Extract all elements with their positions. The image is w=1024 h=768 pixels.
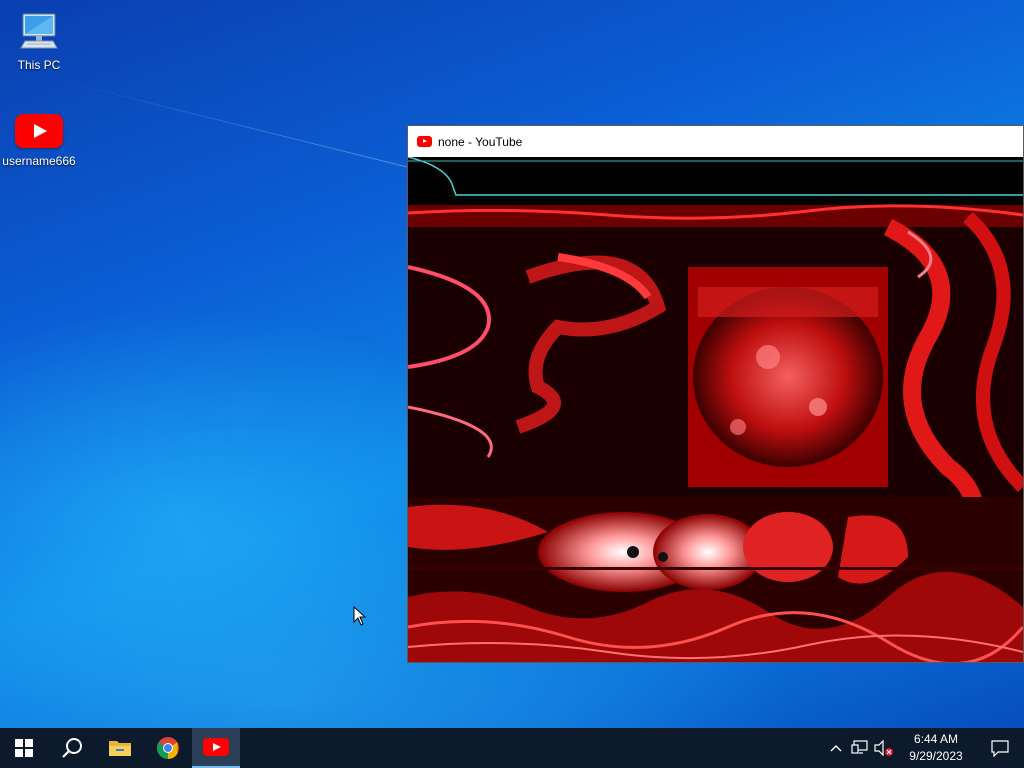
volume-button[interactable] [872,728,896,768]
clock-time: 6:44 AM [913,732,959,746]
taskbar: 6:44 AM 9/29/2023 [0,728,1024,768]
youtube-icon [203,738,229,756]
action-center-button[interactable] [976,728,1024,768]
desktop-icon-this-pc[interactable]: This PC [1,8,77,72]
search-icon [62,738,82,758]
clock[interactable]: 6:44 AM 9/29/2023 [900,731,972,765]
action-center-icon [991,740,1009,757]
youtube-button[interactable] [192,728,240,768]
video-content[interactable] [408,157,1023,662]
folder-icon [109,741,131,756]
network-icon [851,740,868,754]
search-button[interactable] [48,728,96,768]
network-button[interactable] [848,728,872,768]
youtube-icon [417,136,432,147]
system-tray: 6:44 AM 9/29/2023 [824,728,1024,768]
desktop-icon-label: username666 [2,154,76,168]
chrome-icon [157,737,179,759]
windows-logo-icon [15,739,33,757]
chrome-button[interactable] [144,728,192,768]
file-explorer-button[interactable] [96,728,144,768]
chevron-up-icon [830,745,842,752]
mouse-cursor-icon [353,606,367,626]
speaker-muted-icon [874,740,893,756]
start-button[interactable] [0,728,48,768]
distorted-red-image [408,157,1023,662]
clock-date: 9/29/2023 [909,749,963,763]
wallpaper-light-line [59,80,429,173]
show-hidden-icons-button[interactable] [824,728,848,768]
desktop-icon-username666[interactable]: username666 [1,108,77,168]
youtube-icon [15,114,63,148]
window-titlebar[interactable]: none - YouTube [408,126,1023,157]
window-title: none - YouTube [438,134,523,149]
desktop-icon-label: This PC [17,58,61,72]
youtube-window[interactable]: none - YouTube [407,125,1024,663]
computer-icon [20,13,58,49]
